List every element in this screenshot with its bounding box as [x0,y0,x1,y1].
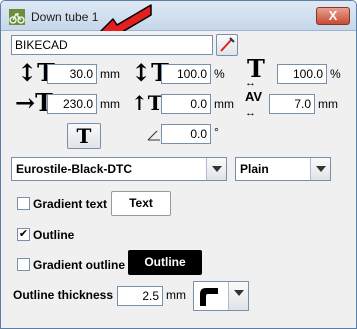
y-offset-icon: ↑T [131,91,163,115]
text-width-percent-unit: % [330,67,341,81]
x-offset-unit: mm [100,97,120,111]
outline-label: Outline [33,228,75,242]
outline-color-button[interactable]: Outline [128,250,202,275]
text-height-input[interactable]: 30.0 [47,64,97,84]
angle-icon [147,130,160,141]
font-style-value: Plain [240,162,269,176]
font-family-select[interactable]: Eurostile-Black-DTC [11,157,227,181]
text-color-button[interactable]: Text [111,191,171,216]
font-family-value: Eurostile-Black-DTC [16,162,133,176]
outline-checkbox[interactable]: ✔ [17,228,30,241]
y-offset-unit: mm [214,97,234,111]
angle-input[interactable]: 0.0 [161,124,211,144]
title-bar[interactable]: Down tube 1 X [1,1,356,31]
text-height-unit: mm [100,67,120,81]
gradient-text-label: Gradient text [33,197,108,211]
y-offset-input[interactable]: 0.0 [161,94,211,114]
letter-spacing-input[interactable]: 7.0 [269,94,315,114]
chevron-down-icon[interactable] [310,158,330,180]
text-content-input[interactable]: BIKECAD [11,35,213,55]
outline-corner-select[interactable] [193,281,249,311]
gradient-outline-label: Gradient outline [33,258,126,272]
font-style-select[interactable]: Plain [235,157,331,181]
gradient-text-checkbox[interactable] [17,197,30,210]
angle-unit: ° [214,125,219,139]
letter-spacing-icon: AV ↔ [245,89,263,119]
outline-thickness-input[interactable]: 2.5 [117,286,163,306]
width-arrow-glyph: ↔ [245,77,256,89]
letter-spacing-unit: mm [318,97,338,111]
bicycle-app-icon [9,9,25,25]
outline-corner-icon [200,288,218,306]
text-height-percent-input[interactable]: 100.0 [161,64,211,84]
color-picker-icon [220,37,235,52]
dialog-window: Down tube 1 X BIKECAD ↕T 30.0 mm ↕T 100.… [0,0,357,329]
bold-button-label: T [76,124,92,148]
outline-thickness-label: Outline thickness [13,288,114,302]
chevron-down-icon[interactable] [206,158,226,180]
text-height-percent-unit: % [214,67,225,81]
bold-toggle-button[interactable]: T [67,123,101,149]
gradient-outline-checkbox[interactable] [17,258,30,271]
text-width-percent-input[interactable]: 100.0 [277,64,327,84]
close-button[interactable]: X [316,7,350,25]
x-offset-input[interactable]: 230.0 [47,94,97,114]
color-picker-button[interactable] [216,34,238,56]
outline-thickness-unit: mm [166,288,186,302]
dialog-content: BIKECAD ↕T 30.0 mm ↕T 100.0 % T ↔ 100.0 … [7,31,350,324]
chevron-down-icon[interactable] [228,282,248,310]
